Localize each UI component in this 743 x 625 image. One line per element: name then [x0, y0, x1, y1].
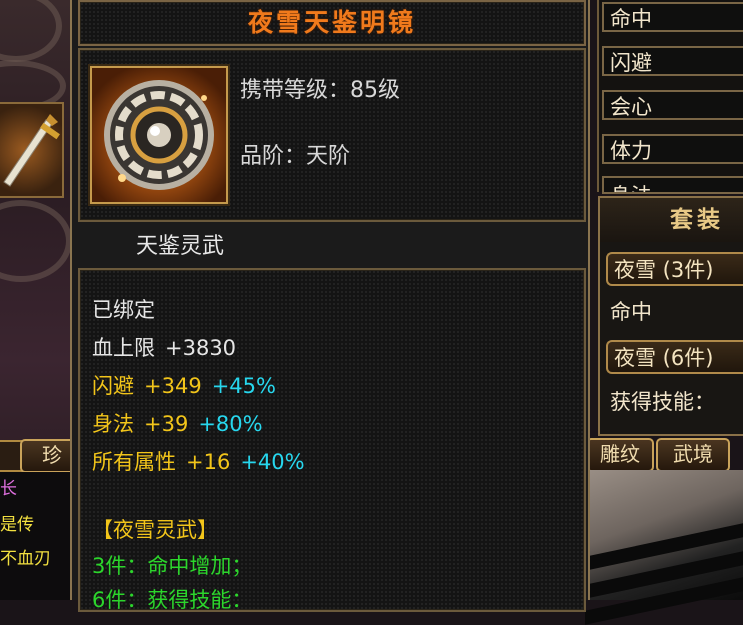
stats-frame: 已绑定 血上限 +3830 闪避 +349 +45% 身法 +39 +80% 所有属性 +1…	[78, 268, 586, 612]
stat-value: +39	[144, 412, 189, 436]
set-panel-title: 套装	[600, 198, 743, 242]
carry-level: 携带等级：85级	[240, 78, 400, 103]
equipped-sword-slot[interactable]	[0, 102, 64, 198]
set-chip-6pc: 夜雪 (6件)	[606, 340, 743, 374]
attr-row-crit: 会心	[602, 90, 743, 120]
attr-row-stamina: 体力	[602, 134, 743, 164]
chat-line: 不血刃	[0, 549, 51, 569]
bound-status: 已绑定	[92, 298, 155, 322]
stat-name: 闪避	[92, 374, 134, 398]
attr-row-dodge: 闪避	[602, 46, 743, 76]
tab-martial-realm[interactable]: 武境	[656, 438, 730, 472]
background-scene-right	[585, 470, 743, 625]
decorative-ring	[0, 0, 62, 62]
chat-line: 是传	[0, 515, 34, 535]
stat-max-hp: 血上限 +3830	[92, 332, 246, 362]
stat-name: 血上限	[92, 336, 155, 360]
item-grade: 品阶：天阶	[240, 144, 351, 169]
set-text-6pc: 获得技能：	[610, 390, 715, 414]
stat-name: 身法	[92, 412, 134, 436]
stat-all-attributes: 所有属性 +16 +40%	[92, 446, 315, 476]
sword-icon	[3, 114, 60, 187]
stat-value: +16	[186, 450, 231, 474]
mirror-icon	[104, 80, 214, 190]
item-tooltip: 夜雪天鉴明镜 携带等级：85级 品阶：天阶 天鉴灵武 已绑定 血上限 +3830 …	[70, 0, 590, 612]
stat-value: +349	[144, 374, 202, 398]
set-bonus-6pc: 6件：获得技能：	[92, 588, 253, 612]
set-chip-3pc: 夜雪 (3件)	[606, 252, 743, 286]
weapon-type: 天鉴灵武	[136, 234, 225, 259]
bottom-tab-bar-left: 珍	[0, 439, 84, 473]
set-bonus-panel: 套装 夜雪 (3件) 命中 夜雪 (6件) 获得技能：	[598, 196, 743, 436]
title-frame: 夜雪天鉴明镜	[78, 0, 586, 46]
stat-value: +3830	[165, 336, 237, 360]
attr-row-hit: 命中	[602, 2, 743, 32]
set-bonus-3pc: 3件：命中增加；	[92, 554, 253, 578]
stat-bonus: +40%	[240, 450, 305, 474]
tab-engrave[interactable]: 雕纹	[586, 438, 654, 472]
set-text-3pc: 命中	[610, 300, 652, 324]
stat-bonus: +45%	[211, 374, 276, 398]
chat-line: 长	[0, 479, 17, 499]
stat-name: 所有属性	[92, 450, 176, 474]
item-icon	[90, 66, 228, 204]
stat-bonus: +80%	[198, 412, 263, 436]
decorative-ring	[0, 200, 72, 282]
set-name-header: 【夜雪灵武】	[92, 518, 218, 542]
item-info-frame: 携带等级：85级 品阶：天阶	[78, 48, 586, 222]
stat-agility: 身法 +39 +80%	[92, 408, 273, 438]
attr-row-agility: 身法	[602, 176, 743, 194]
chat-window: 长 是传 不血刃	[0, 472, 72, 600]
stat-dodge: 闪避 +349 +45%	[92, 370, 286, 400]
item-name: 夜雪天鉴明镜	[247, 8, 416, 37]
